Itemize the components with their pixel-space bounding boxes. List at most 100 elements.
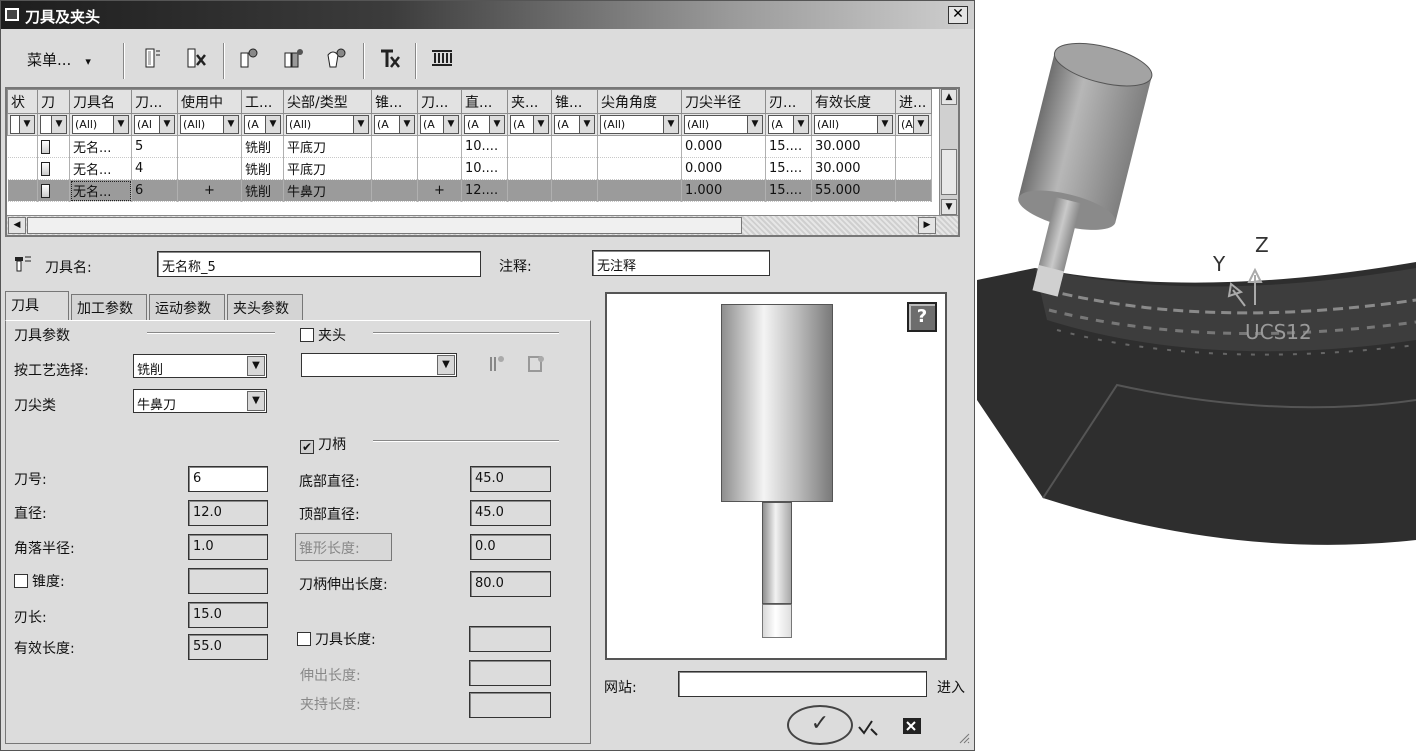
filter-cell[interactable]: (A ▼ xyxy=(895,113,932,136)
chevron-down-icon[interactable]: ▼ xyxy=(247,356,265,376)
filter-cell[interactable]: (Al ▼ xyxy=(131,113,178,136)
tool-add-icon[interactable] xyxy=(235,45,261,71)
column-header[interactable]: 尖角角度 xyxy=(597,89,682,114)
filter-cell[interactable]: ▼ xyxy=(37,113,70,136)
tool-length-input[interactable] xyxy=(469,626,551,652)
flute-length-input[interactable]: 15.0 xyxy=(188,602,268,628)
go-link[interactable]: 进入 xyxy=(937,677,965,697)
tab-chuck-params[interactable]: 夹头参数 xyxy=(227,294,303,320)
tool-name-input[interactable]: 无名称_5 xyxy=(157,251,481,277)
website-input[interactable] xyxy=(678,671,927,697)
scroll-thumb[interactable] xyxy=(27,217,742,234)
column-header[interactable]: 刀具名 xyxy=(69,89,132,114)
column-header[interactable]: 刀 xyxy=(37,89,70,114)
scroll-left-icon[interactable]: ◀ xyxy=(8,217,26,234)
column-header[interactable]: 进... xyxy=(895,89,932,114)
clamp-length-input[interactable] xyxy=(469,692,551,718)
shank-extension-input[interactable]: 80.0 xyxy=(470,571,551,597)
chuck-edit-icon[interactable] xyxy=(525,353,547,380)
close-button[interactable]: ✕ xyxy=(948,6,968,24)
chuck-add-icon[interactable] xyxy=(485,353,507,380)
column-header[interactable]: 锥... xyxy=(371,89,418,114)
tool-copy-icon[interactable] xyxy=(281,45,307,71)
tab-machining-params[interactable]: 加工参数 xyxy=(71,294,147,320)
tool-delete-icon[interactable] xyxy=(183,45,209,71)
effective-length-input[interactable]: 55.0 xyxy=(188,634,268,660)
column-header[interactable]: 工... xyxy=(241,89,284,114)
bottom-diameter-input[interactable]: 45.0 xyxy=(470,466,551,492)
filter-cell[interactable]: ▼ xyxy=(7,113,38,136)
vertical-scrollbar[interactable]: ▲ ▼ xyxy=(939,89,958,217)
3d-viewport[interactable]: Y Z UCS12 xyxy=(977,0,1416,751)
help-button[interactable]: ? xyxy=(907,302,937,332)
ok-button[interactable]: ✓ xyxy=(787,705,853,745)
chevron-down-icon[interactable]: ▼ xyxy=(247,391,265,411)
cancel-icon[interactable] xyxy=(901,715,925,742)
tool-length-checkbox[interactable] xyxy=(297,632,311,646)
column-header[interactable]: 直... xyxy=(461,89,508,114)
extension-length-input[interactable] xyxy=(469,660,551,686)
comment-input[interactable]: 无注释 xyxy=(592,250,770,276)
scroll-right-icon[interactable]: ▶ xyxy=(918,217,936,234)
filter-cell[interactable]: (A ▼ xyxy=(507,113,552,136)
column-header[interactable]: 尖部/类型 xyxy=(283,89,372,114)
menu-dropdown-button[interactable]: 菜单... ▾ xyxy=(27,49,91,70)
tool-remove-icon[interactable] xyxy=(377,45,403,71)
table-row[interactable]: 无名... 5 铣削 平底刀 10.... 0.000 15.... 30.00… xyxy=(7,135,932,158)
shank-checkbox-row[interactable]: ✔ 刀柄 xyxy=(300,434,346,454)
chuck-select[interactable]: ▼ xyxy=(301,353,457,377)
column-header[interactable]: 使用中 xyxy=(177,89,242,114)
filter-cell[interactable]: (A ▼ xyxy=(551,113,598,136)
column-header[interactable]: 刀尖半径 xyxy=(681,89,766,114)
filter-cell[interactable]: (A ▼ xyxy=(241,113,284,136)
taper-checkbox[interactable] xyxy=(14,574,28,588)
filter-cell[interactable]: (All) ▼ xyxy=(811,113,896,136)
cone-length-input[interactable]: 0.0 xyxy=(470,534,551,560)
filter-cell[interactable]: (All) ▼ xyxy=(69,113,132,136)
apply-icon[interactable] xyxy=(857,717,879,742)
filter-cell[interactable]: (All) ▼ xyxy=(597,113,682,136)
column-header[interactable]: 锥... xyxy=(551,89,598,114)
column-header[interactable]: 刃... xyxy=(765,89,812,114)
table-row-selected[interactable]: 无名... 6 + 铣削 牛鼻刀 + 12.... 1.000 15.... 5… xyxy=(7,179,932,202)
horizontal-scrollbar[interactable]: ◀ ▶ xyxy=(7,215,958,235)
tool-new-icon[interactable] xyxy=(139,45,165,71)
cone-length-button[interactable]: 锥形长度: xyxy=(295,533,392,561)
tool-length-checkbox-row[interactable]: 刀具长度: xyxy=(297,629,376,649)
filter-cell[interactable]: (A ▼ xyxy=(461,113,508,136)
scroll-up-icon[interactable]: ▲ xyxy=(941,89,957,105)
column-header[interactable]: 夹... xyxy=(507,89,552,114)
chuck-checkbox[interactable] xyxy=(300,328,314,342)
process-select[interactable]: 铣削 ▼ xyxy=(133,354,267,378)
diameter-input[interactable]: 12.0 xyxy=(188,500,268,526)
tip-type-select[interactable]: 牛鼻刀 ▼ xyxy=(133,389,267,413)
bullnose-icon xyxy=(41,183,50,198)
column-header[interactable]: 刀... xyxy=(417,89,462,114)
filter-cell[interactable]: (A ▼ xyxy=(417,113,462,136)
filter-cell[interactable]: (All) ▼ xyxy=(681,113,766,136)
tool-number-input[interactable]: 6 xyxy=(188,466,268,492)
chuck-checkbox-row[interactable]: 夹头 xyxy=(300,325,346,345)
filter-cell[interactable]: (A ▼ xyxy=(371,113,418,136)
tool-library-icon[interactable] xyxy=(429,45,455,71)
taper-input[interactable] xyxy=(188,568,268,594)
tab-motion-params[interactable]: 运动参数 xyxy=(149,294,225,320)
taper-checkbox-row[interactable]: 锥度: xyxy=(14,571,65,591)
resize-grip-icon[interactable] xyxy=(958,732,970,748)
table-row[interactable]: 无名... 4 铣削 平底刀 10.... 0.000 15.... 30.00… xyxy=(7,157,932,180)
corner-radius-input[interactable]: 1.0 xyxy=(188,534,268,560)
scroll-down-icon[interactable]: ▼ xyxy=(941,199,957,215)
column-header[interactable]: 刀... xyxy=(131,89,178,114)
tool-edit-icon[interactable] xyxy=(323,45,349,71)
filter-cell[interactable]: (All) ▼ xyxy=(283,113,372,136)
endmill-icon xyxy=(41,161,50,176)
column-header[interactable]: 状 xyxy=(7,89,38,114)
chevron-down-icon[interactable]: ▼ xyxy=(437,355,455,375)
filter-cell[interactable]: (All) ▼ xyxy=(177,113,242,136)
scroll-thumb[interactable] xyxy=(941,149,957,195)
column-header[interactable]: 有效长度 xyxy=(811,89,896,114)
filter-cell[interactable]: (A ▼ xyxy=(765,113,812,136)
top-diameter-input[interactable]: 45.0 xyxy=(470,500,551,526)
tab-tool[interactable]: 刀具 xyxy=(5,291,69,321)
shank-checkbox[interactable]: ✔ xyxy=(300,440,314,454)
